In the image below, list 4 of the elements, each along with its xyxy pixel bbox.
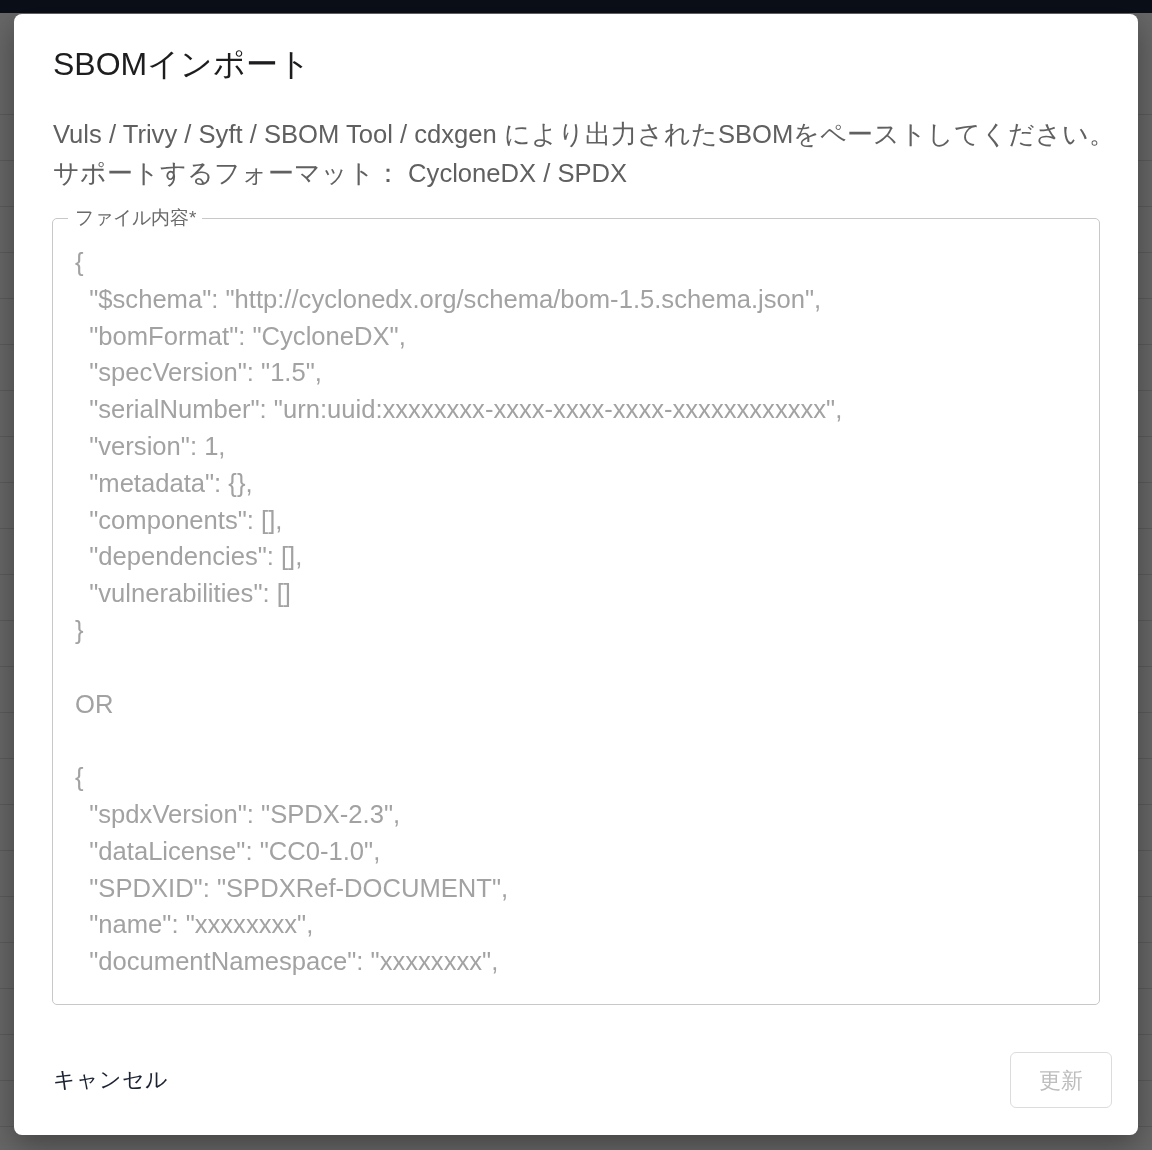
dialog-title: SBOMインポート: [52, 45, 313, 84]
field-label: ファイル内容*: [68, 206, 203, 230]
description-text: Vuls / Trivy / Syft / SBOM Tool / cdxgen により出力されたSBOMをペーストしてください。: [52, 119, 1100, 150]
description-text: サポートするフォーマット： CycloneDX / SPDX: [52, 158, 629, 189]
